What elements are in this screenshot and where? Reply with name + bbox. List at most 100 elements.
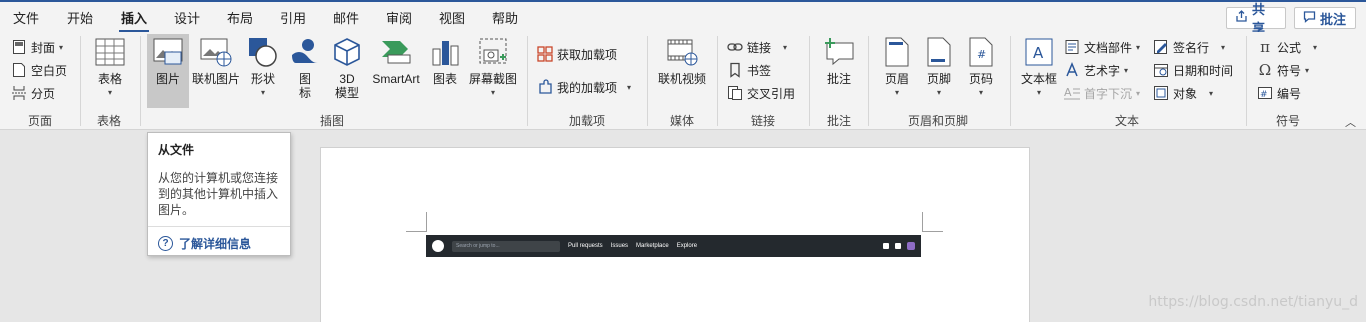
crop-mark [426, 212, 427, 232]
page-number-button[interactable]: # 页码 ▾ [964, 36, 998, 100]
online-pictures-button[interactable]: 联机图片 [190, 36, 242, 86]
tab-home[interactable]: 开始 [67, 8, 93, 27]
smartart-button[interactable]: SmartArt [368, 36, 424, 86]
tooltip-title: 从文件 [158, 143, 195, 157]
group-separator [717, 36, 718, 126]
wordart-icon [1064, 62, 1080, 78]
object-icon [1153, 85, 1169, 101]
tell-me-more-link[interactable]: ? 了解详细信息 [158, 235, 280, 252]
screenshot-label: 屏幕截图 [468, 72, 517, 86]
group-separator [868, 36, 869, 126]
cross-reference-label: 交叉引用 [747, 86, 796, 101]
chevron-down-icon: ▾ [59, 42, 64, 52]
drop-cap-button[interactable]: A 首字下沉 ▾ [1064, 84, 1140, 102]
ribbon-insert: 封面 ▾ 空白页 分页 页面 表格 ▾ 表格 图片 联机图片 形状 ▾ 图 标 3… [0, 32, 1366, 130]
github-logo-icon [432, 240, 444, 252]
get-addins-button[interactable]: 获取加载项 [537, 45, 617, 63]
date-time-button[interactable]: 日期和时间 [1153, 61, 1233, 79]
icons-icon [289, 36, 321, 68]
embedded-link: Issues [610, 243, 629, 249]
cover-page-label: 封面 [31, 40, 56, 55]
footer-icon [923, 36, 955, 68]
group-label-table: 表格 [96, 114, 122, 128]
signature-line-button[interactable]: 签名行 ▾ [1153, 38, 1225, 56]
header-button[interactable]: 页眉 ▾ [880, 36, 914, 100]
online-pictures-label: 联机图片 [191, 72, 240, 86]
tab-file[interactable]: 文件 [13, 8, 39, 27]
cover-page-button[interactable]: 封面 ▾ [11, 38, 63, 56]
chart-button[interactable]: 图表 [428, 36, 462, 86]
tab-help[interactable]: 帮助 [492, 8, 518, 27]
tab-mailings[interactable]: 邮件 [333, 8, 359, 27]
chevron-down-icon: ▾ [783, 42, 788, 52]
text-box-button[interactable]: A 文本框 ▾ [1018, 36, 1060, 100]
ribbon-tab-bar: 文件 开始 插入 设计 布局 引用 邮件 审阅 视图 帮助 共享 批注 [0, 0, 1366, 36]
object-button[interactable]: 对象 ▾ [1153, 84, 1213, 102]
crop-mark [922, 212, 923, 232]
tab-references[interactable]: 引用 [280, 8, 306, 27]
share-icon [1235, 10, 1248, 26]
equation-label: 公式 [1277, 40, 1302, 55]
embedded-link: Marketplace [636, 243, 669, 249]
chevron-down-icon: ▾ [936, 88, 941, 97]
inserted-image[interactable]: Search or jump to... Pull requests Issue… [426, 235, 921, 257]
number-button[interactable]: # 编号 [1257, 84, 1301, 102]
tooltip-divider [148, 226, 290, 227]
my-addins-label: 我的加载项 [557, 80, 618, 95]
chevron-down-icon: ▾ [627, 82, 632, 92]
text-box-label: 文本框 [1020, 72, 1057, 86]
table-button[interactable]: 表格 ▾ [90, 36, 130, 100]
drop-cap-label: 首字下沉 [1084, 86, 1133, 101]
quick-parts-label: 文档部件 [1084, 40, 1133, 55]
svg-text:#: # [977, 48, 986, 61]
signature-icon [1153, 39, 1169, 55]
embedded-link: Pull requests [568, 243, 603, 249]
link-button[interactable]: 链接 ▾ [727, 38, 787, 56]
group-label-pages: 页面 [27, 114, 53, 128]
svg-text:#: # [1260, 90, 1268, 100]
addin-icon [537, 79, 553, 95]
page-break-button[interactable]: 分页 [11, 84, 55, 102]
screenshot-button[interactable]: 屏幕截图 ▾ [466, 36, 520, 100]
comment-icon [1303, 10, 1316, 26]
page-number-icon: # [965, 36, 997, 68]
tab-design[interactable]: 设计 [174, 8, 200, 27]
equation-button[interactable]: π 公式 ▾ [1257, 38, 1317, 56]
footer-label: 页脚 [926, 72, 951, 86]
new-comment-icon [823, 36, 855, 68]
chevron-down-icon: ▾ [894, 88, 899, 97]
tab-insert[interactable]: 插入 [118, 8, 150, 33]
picture-tooltip: 从文件 从您的计算机或您连接到的其他计算机中插入图片。 ? 了解详细信息 [147, 132, 291, 256]
group-label-media: 媒体 [669, 114, 695, 128]
calendar-icon [1153, 62, 1169, 78]
object-label: 对象 [1173, 86, 1198, 101]
symbol-button[interactable]: Ω 符号 ▾ [1257, 61, 1309, 79]
comments-button[interactable]: 批注 [1294, 7, 1356, 29]
tab-review[interactable]: 审阅 [386, 8, 412, 27]
tab-layout[interactable]: 布局 [227, 8, 253, 27]
wordart-button[interactable]: 艺术字 ▾ [1064, 61, 1128, 79]
shapes-button[interactable]: 形状 ▾ [247, 36, 279, 100]
bookmark-button[interactable]: 书签 [727, 61, 771, 79]
plus-icon [895, 243, 901, 249]
quick-parts-button[interactable]: 文档部件 ▾ [1064, 38, 1140, 56]
new-comment-button[interactable]: 批注 [820, 36, 858, 86]
icons-button[interactable]: 图 标 [289, 36, 321, 100]
share-button[interactable]: 共享 [1226, 2, 1286, 36]
cross-reference-button[interactable]: 交叉引用 [727, 84, 795, 102]
collapse-ribbon-icon[interactable]: ︿ [1345, 114, 1356, 130]
help-icon: ? [158, 236, 173, 251]
3d-models-label-2: 模型 [334, 86, 359, 100]
tab-view[interactable]: 视图 [439, 8, 465, 27]
symbol-label: 符号 [1277, 63, 1302, 78]
table-icon [94, 36, 126, 68]
blank-page-button[interactable]: 空白页 [11, 61, 67, 79]
icons-label-1: 图 [298, 72, 311, 86]
3d-models-label-1: 3D [339, 72, 355, 86]
online-video-button[interactable]: 联机视频 [656, 36, 708, 86]
my-addins-button[interactable]: 我的加载项 ▾ [537, 78, 631, 96]
3d-models-button[interactable]: 3D 模型 [330, 36, 364, 100]
footer-button[interactable]: 页脚 ▾ [922, 36, 956, 100]
signature-line-label: 签名行 [1173, 40, 1210, 55]
pictures-button[interactable]: 图片 [147, 34, 189, 108]
